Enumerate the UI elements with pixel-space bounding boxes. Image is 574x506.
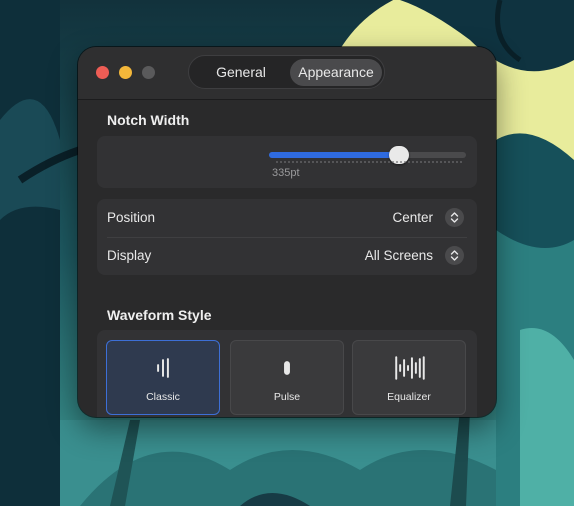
up-down-chevron-icon bbox=[450, 250, 459, 261]
slider-tick-marks bbox=[275, 161, 462, 163]
tab-appearance[interactable]: Appearance bbox=[290, 59, 382, 86]
close-window-button[interactable] bbox=[96, 66, 109, 79]
waveform-style-pulse[interactable]: Pulse bbox=[230, 340, 344, 415]
position-popup-button[interactable] bbox=[445, 208, 464, 227]
up-down-chevron-icon bbox=[450, 212, 459, 223]
settings-tab-control: General Appearance bbox=[188, 55, 385, 89]
title-bar: General Appearance bbox=[78, 47, 496, 100]
equalizer-waveform-icon bbox=[395, 356, 425, 380]
waveform-style-heading: Waveform Style bbox=[107, 307, 212, 323]
waveform-style-label: Pulse bbox=[273, 391, 301, 403]
slider-fill bbox=[269, 152, 400, 158]
display-value[interactable]: All Screens bbox=[365, 248, 433, 263]
pulse-waveform-icon bbox=[284, 361, 290, 375]
display-popup-button[interactable] bbox=[445, 246, 464, 265]
notch-width-heading: Notch Width bbox=[107, 112, 190, 128]
display-settings-card: Position Center Display All Screens bbox=[97, 199, 477, 275]
notch-width-value: 335pt bbox=[272, 167, 300, 179]
display-label: Display bbox=[107, 248, 152, 263]
position-row: Position Center bbox=[97, 199, 477, 238]
waveform-style-equalizer[interactable]: Equalizer bbox=[352, 340, 466, 415]
notch-width-slider[interactable] bbox=[269, 146, 466, 164]
position-value[interactable]: Center bbox=[392, 210, 433, 225]
waveform-style-classic[interactable]: Classic bbox=[106, 340, 220, 415]
display-row: Display All Screens bbox=[97, 237, 477, 275]
waveform-style-label: Equalizer bbox=[387, 391, 431, 403]
zoom-window-button[interactable] bbox=[142, 66, 155, 79]
appearance-pane: Notch Width 335pt Position Center Displa… bbox=[78, 100, 496, 417]
classic-waveform-icon bbox=[157, 358, 169, 378]
waveform-style-label: Classic bbox=[146, 391, 180, 403]
tab-general[interactable]: General bbox=[195, 59, 287, 86]
preferences-window: General Appearance Notch Width 335pt Pos… bbox=[78, 47, 496, 417]
notch-width-card: 335pt bbox=[97, 136, 477, 188]
position-label: Position bbox=[107, 210, 156, 225]
waveform-style-card: Classic Pulse Equalizer bbox=[97, 330, 477, 417]
minimize-window-button[interactable] bbox=[119, 66, 132, 79]
